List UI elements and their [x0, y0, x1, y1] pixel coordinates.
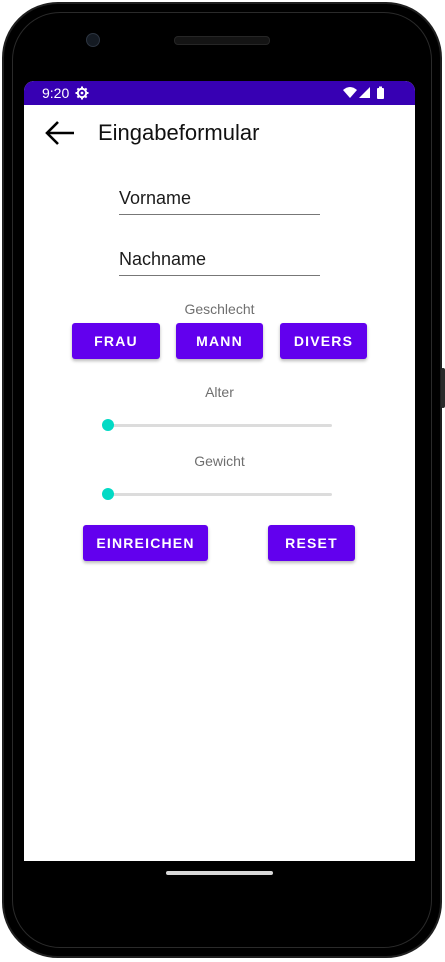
status-time: 9:20: [42, 85, 70, 101]
app-bar: Eingabeformular: [24, 105, 415, 161]
gender-female-button[interactable]: FRAU: [72, 323, 160, 359]
settings-gear-icon: [75, 86, 89, 100]
gender-diverse-button[interactable]: DIVERS: [280, 323, 367, 359]
last-name-input[interactable]: [119, 245, 320, 273]
age-slider-track: [103, 424, 332, 427]
first-name-input[interactable]: [119, 184, 320, 212]
app-screen: 9:20 Eingabeformular Vorname Nachname Ge…: [24, 81, 415, 861]
first-name-field[interactable]: [119, 184, 320, 215]
age-slider[interactable]: [102, 415, 332, 435]
weight-slider[interactable]: [102, 484, 332, 504]
front-camera: [86, 33, 100, 47]
gender-label: Geschlecht: [184, 301, 255, 317]
age-label: Alter: [205, 384, 234, 400]
weight-slider-track: [103, 493, 332, 496]
battery-icon: [377, 88, 384, 99]
weight-label: Gewicht: [194, 453, 245, 469]
wifi-icon: [343, 87, 357, 98]
status-icons: [343, 86, 384, 99]
earpiece-speaker: [174, 36, 270, 45]
page-title: Eingabeformular: [98, 120, 260, 145]
last-name-field[interactable]: [119, 245, 320, 276]
power-button: [441, 368, 445, 408]
submit-button[interactable]: EINREICHEN: [83, 525, 208, 561]
signal-icon: [359, 87, 370, 98]
status-bar: 9:20: [24, 81, 415, 105]
reset-button[interactable]: RESET: [268, 525, 355, 561]
gender-male-button[interactable]: MANN: [176, 323, 263, 359]
weight-slider-thumb[interactable]: [102, 488, 114, 500]
age-slider-thumb[interactable]: [102, 419, 114, 431]
arrow-back-icon[interactable]: [44, 120, 76, 146]
gesture-nav-handle[interactable]: [166, 871, 273, 875]
